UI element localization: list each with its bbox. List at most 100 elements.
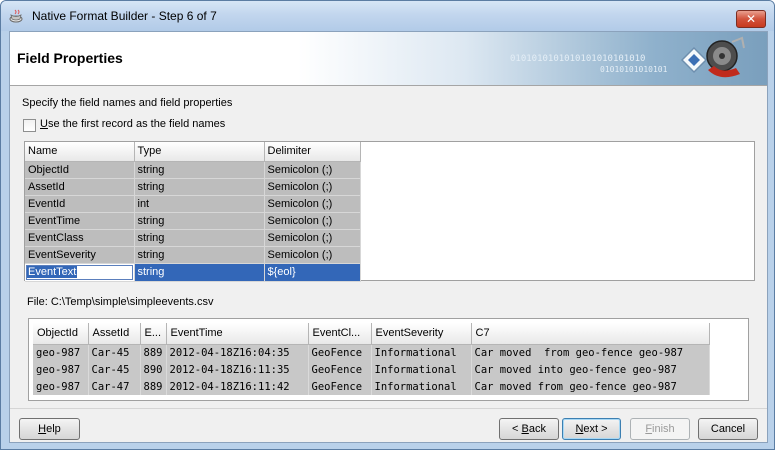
button-label: ack xyxy=(528,423,546,435)
field-type-cell[interactable]: string xyxy=(134,178,265,196)
button-label: ext > xyxy=(583,423,608,435)
binary-decoration-2: 01010101010101 xyxy=(600,65,668,74)
binary-decoration: 0101010101010101010101010 xyxy=(510,54,646,64)
help-button[interactable]: Help xyxy=(19,418,80,440)
window-title: Native Format Builder - Step 6 of 7 xyxy=(32,9,217,23)
field-delimiter-cell[interactable]: Semicolon (;) xyxy=(264,212,361,230)
field-delimiter-cell[interactable]: Semicolon (;) xyxy=(264,229,361,247)
next-button[interactable]: Next > xyxy=(562,418,621,440)
column-header-eventtime[interactable]: EventTime xyxy=(166,323,309,345)
preview-cell: GeoFence xyxy=(308,361,372,378)
builder-wizard-icon xyxy=(680,36,745,78)
preview-cell: geo-987 xyxy=(33,378,89,395)
column-header-eventid[interactable]: E... xyxy=(140,323,167,345)
field-name-cell[interactable]: EventClass xyxy=(25,229,135,247)
column-header-objectid[interactable]: ObjectId xyxy=(33,323,89,345)
close-window-button[interactable]: ✕ xyxy=(736,10,766,28)
preview-cell: Car-45 xyxy=(88,344,141,361)
close-icon: ✕ xyxy=(745,12,757,26)
column-header-assetid[interactable]: AssetId xyxy=(88,323,141,345)
table-row[interactable]: AssetId string Semicolon (;) xyxy=(25,178,361,196)
field-name-editor[interactable]: EventText xyxy=(25,263,135,282)
preview-cell: GeoFence xyxy=(308,378,372,395)
preview-cell: 890 xyxy=(140,361,167,378)
field-type-cell[interactable]: string xyxy=(134,263,265,282)
fields-grid: Name Type Delimiter ObjectId string Semi… xyxy=(25,142,361,282)
button-prefix: < xyxy=(512,423,522,435)
field-name-cell[interactable]: EventSeverity xyxy=(25,246,135,264)
field-name-cell[interactable]: ObjectId xyxy=(25,161,135,179)
table-row[interactable]: ObjectId string Semicolon (;) xyxy=(25,161,361,179)
preview-cell: GeoFence xyxy=(308,344,372,361)
field-delimiter-cell[interactable]: Semicolon (;) xyxy=(264,178,361,196)
dialog-window: Native Format Builder - Step 6 of 7 ✕ Fi… xyxy=(0,0,775,450)
button-label: elp xyxy=(46,423,61,435)
fields-header-row: Name Type Delimiter xyxy=(25,142,361,162)
button-label: inish xyxy=(652,423,675,435)
footer-separator xyxy=(10,408,767,409)
field-delimiter-cell[interactable]: Semicolon (;) xyxy=(264,246,361,264)
preview-grid: ObjectId AssetId E... EventTime EventCl.… xyxy=(33,323,710,395)
field-name-cell[interactable]: EventId xyxy=(25,195,135,213)
field-delimiter-cell[interactable]: Semicolon (;) xyxy=(264,195,361,213)
preview-cell: Car moved from geo-fence geo-987 xyxy=(471,344,710,361)
preview-cell: Car moved from geo-fence geo-987 xyxy=(471,378,710,395)
preview-cell: 889 xyxy=(140,344,167,361)
back-button[interactable]: < Back xyxy=(499,418,559,440)
table-row: geo-987 Car-45 889 2012-04-18Z16:04:35 G… xyxy=(33,344,710,361)
finish-button: Finish xyxy=(630,418,690,440)
table-row: geo-987 Car-47 889 2012-04-18Z16:11:42 G… xyxy=(33,378,710,395)
column-header-delimiter[interactable]: Delimiter xyxy=(264,142,361,162)
table-row[interactable]: EventClass string Semicolon (;) xyxy=(25,229,361,247)
field-type-cell[interactable]: string xyxy=(134,161,265,179)
column-header-eventseverity[interactable]: EventSeverity xyxy=(371,323,472,345)
preview-cell: Car-47 xyxy=(88,378,141,395)
field-name-edit-input[interactable]: EventText xyxy=(26,264,133,280)
field-type-cell[interactable]: string xyxy=(134,246,265,264)
table-row[interactable]: EventId int Semicolon (;) xyxy=(25,195,361,213)
column-header-eventclass[interactable]: EventCl... xyxy=(308,323,372,345)
column-header-type[interactable]: Type xyxy=(134,142,265,162)
field-delimiter-cell[interactable]: ${eol} xyxy=(264,263,361,282)
java-cup-icon xyxy=(9,9,23,23)
field-properties-table[interactable]: Name Type Delimiter ObjectId string Semi… xyxy=(24,141,755,282)
dialog-content: Field Properties 01010101010101010101010… xyxy=(9,31,768,443)
page-title: Field Properties xyxy=(17,50,123,66)
table-row: geo-987 Car-45 890 2012-04-18Z16:11:35 G… xyxy=(33,361,710,378)
preview-cell: Informational xyxy=(371,344,472,361)
table-row[interactable]: EventTime string Semicolon (;) xyxy=(25,212,361,230)
field-name-cell[interactable]: AssetId xyxy=(25,178,135,196)
title-bar[interactable]: Native Format Builder - Step 6 of 7 ✕ xyxy=(1,1,774,31)
preview-cell: Car moved into geo-fence geo-987 xyxy=(471,361,710,378)
column-header-c7[interactable]: C7 xyxy=(471,323,710,345)
first-record-checkbox[interactable] xyxy=(23,119,36,132)
field-name-cell[interactable]: EventTime xyxy=(25,212,135,230)
preview-header-row: ObjectId AssetId E... EventTime EventCl.… xyxy=(33,323,710,345)
preview-cell: Informational xyxy=(371,378,472,395)
preview-cell: Informational xyxy=(371,361,472,378)
selected-text: EventText xyxy=(27,265,78,278)
first-record-checkbox-label[interactable]: Use the first record as the field names xyxy=(40,118,225,130)
mnemonic-letter: H xyxy=(38,423,47,435)
preview-cell: 2012-04-18Z16:04:35 xyxy=(166,344,309,361)
mnemonic-letter: U xyxy=(40,118,48,130)
mnemonic-letter: B xyxy=(521,423,529,435)
field-delimiter-cell[interactable]: Semicolon (;) xyxy=(264,161,361,179)
preview-cell: geo-987 xyxy=(33,361,89,378)
field-type-cell[interactable]: string xyxy=(134,212,265,230)
cancel-button[interactable]: Cancel xyxy=(698,418,758,440)
preview-cell: Car-45 xyxy=(88,361,141,378)
wizard-header: Field Properties 01010101010101010101010… xyxy=(10,32,767,86)
field-type-cell[interactable]: string xyxy=(134,229,265,247)
file-preview-table[interactable]: ObjectId AssetId E... EventTime EventCl.… xyxy=(28,318,749,401)
file-path-label: File: C:\Temp\simple\simpleevents.csv xyxy=(27,296,214,308)
preview-cell: 2012-04-18Z16:11:35 xyxy=(166,361,309,378)
table-row[interactable]: EventSeverity string Semicolon (;) xyxy=(25,246,361,264)
field-type-cell[interactable]: int xyxy=(134,195,265,213)
instructions-text: Specify the field names and field proper… xyxy=(22,97,233,109)
preview-cell: 889 xyxy=(140,378,167,395)
table-row-selected[interactable]: EventText string ${eol} xyxy=(25,263,361,282)
preview-cell: 2012-04-18Z16:11:42 xyxy=(166,378,309,395)
column-header-name[interactable]: Name xyxy=(25,142,135,162)
label-text: se the first record as the field names xyxy=(47,118,226,130)
